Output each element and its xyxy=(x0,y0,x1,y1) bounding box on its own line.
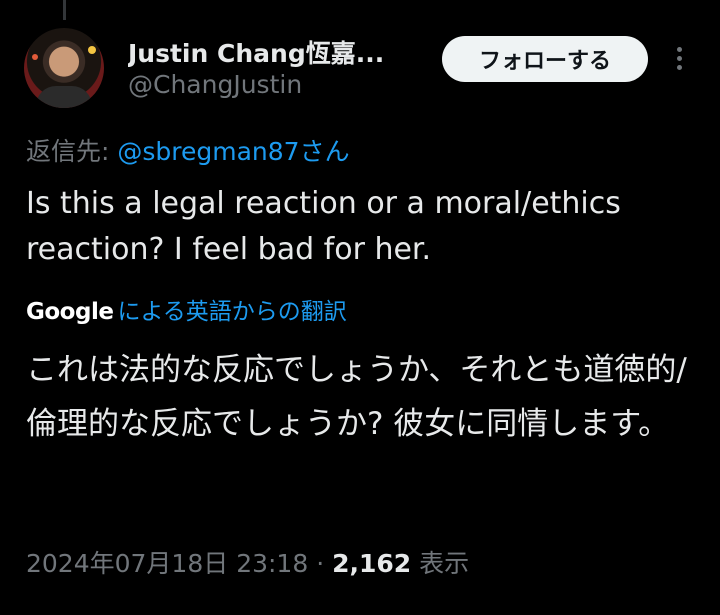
timestamp-link[interactable]: 2024年07月18日 23:18 xyxy=(26,549,308,578)
reply-context: 返信先: @sbregman87さん xyxy=(26,132,350,168)
tweet-text: Is this a legal reaction or a moral/ethi… xyxy=(26,186,621,267)
avatar-background-light xyxy=(88,46,96,54)
follow-button[interactable]: フォローする xyxy=(442,36,648,82)
avatar-background-light xyxy=(32,54,38,60)
author-display-name[interactable]: Justin Chang恆嘉... xyxy=(128,34,408,70)
more-dot xyxy=(676,56,682,61)
translation-attribution: Google による英語からの翻訳 xyxy=(26,292,347,326)
views-label: 表示 xyxy=(411,549,470,578)
translation-source-link[interactable]: による英語からの翻訳 xyxy=(117,299,346,325)
avatar[interactable] xyxy=(24,28,104,108)
google-logo: Google xyxy=(26,299,114,325)
thread-connector-line xyxy=(63,0,66,20)
translated-text: これは法的な反応でしょうか、それとも道徳的/倫理的な反応でしょうか? 彼女に同情… xyxy=(26,352,687,442)
reply-prefix: 返信先: xyxy=(26,137,118,166)
more-vertical-icon[interactable] xyxy=(670,44,688,74)
reply-mention-link[interactable]: @sbregman87 xyxy=(117,137,299,166)
meta-separator: · xyxy=(308,549,333,578)
avatar-shirt xyxy=(36,86,92,108)
views-count: 2,162 xyxy=(332,549,412,578)
more-dot xyxy=(676,47,682,52)
reply-suffix: さん xyxy=(299,137,350,166)
tweet-metadata: 2024年07月18日 23:18 · 2,162 表示 xyxy=(26,544,469,580)
more-dot xyxy=(676,65,682,70)
author-handle[interactable]: @ChangJustin xyxy=(128,70,302,99)
